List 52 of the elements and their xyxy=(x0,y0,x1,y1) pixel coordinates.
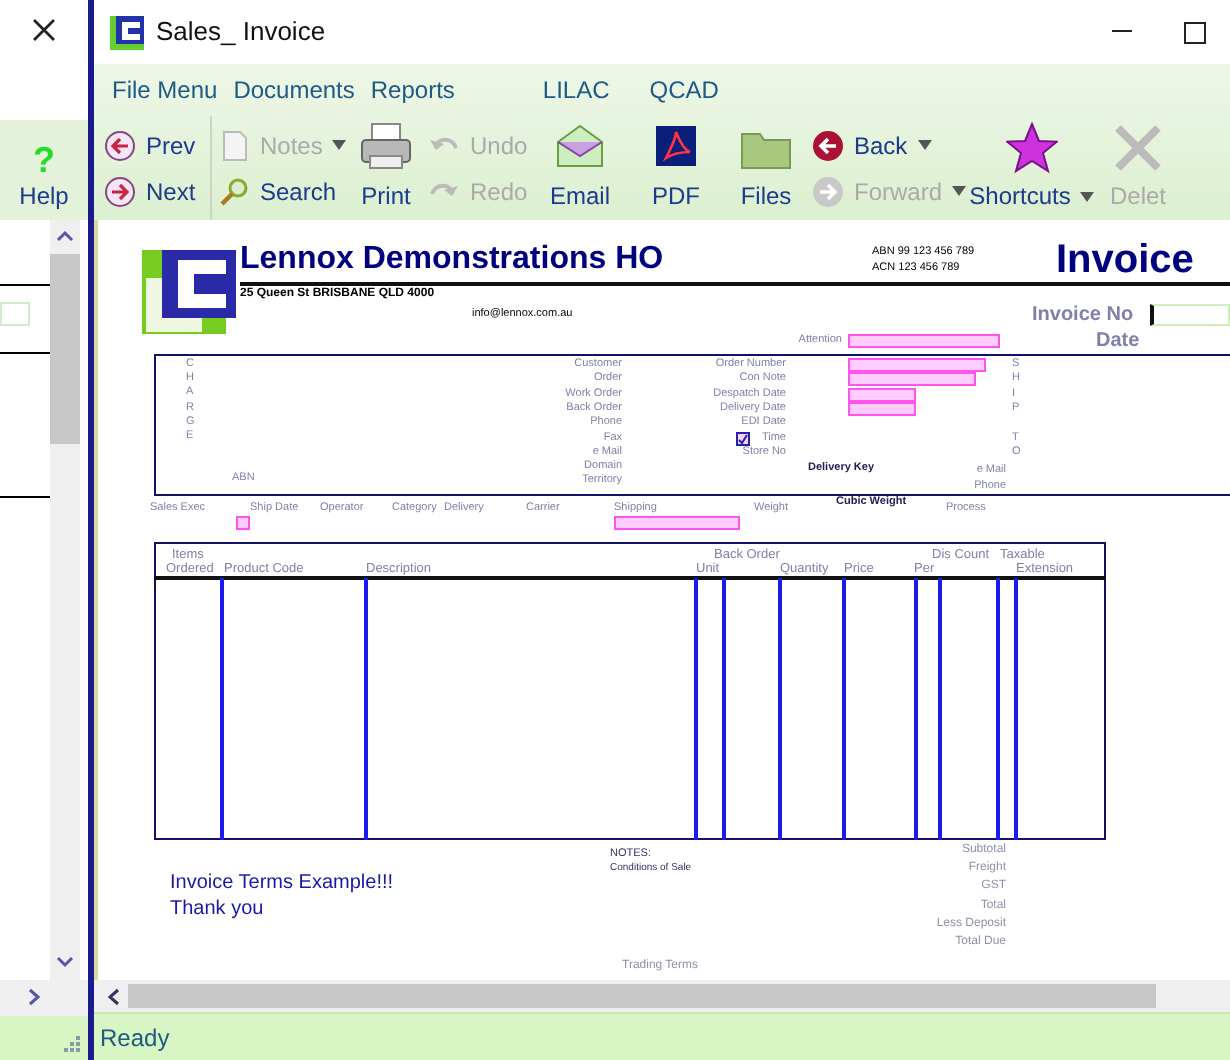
menu-item[interactable]: Documents xyxy=(225,72,363,108)
terms-text: Thank you xyxy=(170,900,264,920)
input-field xyxy=(236,516,250,530)
scrollbar[interactable] xyxy=(94,980,1230,1012)
input-field xyxy=(614,516,740,530)
field-label: Date xyxy=(1096,332,1140,352)
caret-icon xyxy=(1080,191,1095,201)
scroll-down-icon xyxy=(56,956,74,968)
checkmark-icon xyxy=(738,434,748,444)
status-text: Ready xyxy=(100,1021,170,1055)
toolbar-button[interactable]: Back xyxy=(812,127,966,163)
caret-icon xyxy=(952,186,967,196)
question-mark-icon: ? xyxy=(33,142,55,178)
scroll-right-icon xyxy=(28,988,40,1006)
document-title: Invoice xyxy=(1056,240,1194,280)
toolbar-button[interactable]: PDF xyxy=(650,122,702,214)
app-logo-icon xyxy=(110,15,144,49)
checkbox[interactable] xyxy=(736,432,750,446)
window-title: Sales_ Invoice xyxy=(156,14,326,51)
scroll-left-icon xyxy=(108,988,120,1006)
search-icon xyxy=(218,175,250,207)
close-icon xyxy=(30,16,58,44)
caret-icon xyxy=(332,140,347,150)
terms-text: Invoice Terms Example!!! xyxy=(170,874,394,894)
menu-item[interactable]: LILAC xyxy=(534,72,618,108)
close-icon xyxy=(1111,122,1164,174)
minimize-icon xyxy=(1112,30,1132,34)
scrollbar-thumb[interactable] xyxy=(128,984,1156,1008)
toolbar-button[interactable]: Next xyxy=(104,173,210,209)
toolbar-button[interactable]: Search xyxy=(218,173,350,209)
toolbar-button[interactable]: Shortcuts xyxy=(969,122,1095,214)
toolbar-button[interactable]: Files xyxy=(740,122,792,214)
scrollbar[interactable] xyxy=(50,220,80,980)
scrollbar-thumb[interactable] xyxy=(50,254,80,444)
field-label: Invoice No xyxy=(1032,306,1134,326)
caret-icon xyxy=(917,140,932,150)
company-logo xyxy=(142,250,236,334)
menu-item[interactable]: Reports xyxy=(362,72,463,108)
maximize-icon xyxy=(1183,21,1205,43)
company-name: Lennox Demonstrations HO xyxy=(240,244,664,276)
menu-item[interactable]: File Menu xyxy=(104,72,226,108)
toolbar-button[interactable]: Email xyxy=(549,122,610,214)
resize-grip-icon xyxy=(62,1034,82,1054)
menu-item[interactable]: QCAD xyxy=(641,72,727,108)
toolbar-button[interactable]: Prev xyxy=(104,127,210,163)
scroll-up-icon xyxy=(56,230,74,242)
printer-icon xyxy=(360,122,412,174)
star-icon xyxy=(1005,122,1058,174)
toolbar-button[interactable]: Print xyxy=(360,122,412,214)
input-field[interactable] xyxy=(1150,304,1230,326)
input-field[interactable] xyxy=(0,302,30,326)
note-icon xyxy=(218,129,250,161)
